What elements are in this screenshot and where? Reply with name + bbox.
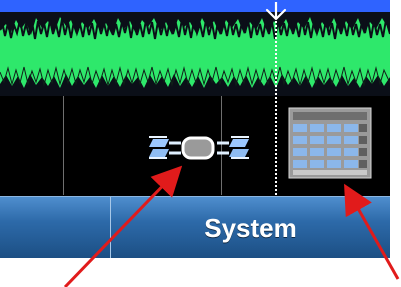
tab-system[interactable]: System	[111, 197, 390, 258]
grid-divider	[221, 96, 222, 195]
bottom-tab-bar: System	[0, 196, 390, 258]
spectrum-trace	[0, 0, 390, 96]
control-area	[0, 96, 390, 195]
down-arrow-marker-icon[interactable]	[262, 0, 290, 24]
instrument-display: System	[0, 0, 390, 258]
tab-left[interactable]	[0, 197, 111, 258]
marker-line	[275, 10, 277, 195]
grid-divider	[63, 96, 64, 195]
ui-screenshot: System	[0, 0, 401, 287]
